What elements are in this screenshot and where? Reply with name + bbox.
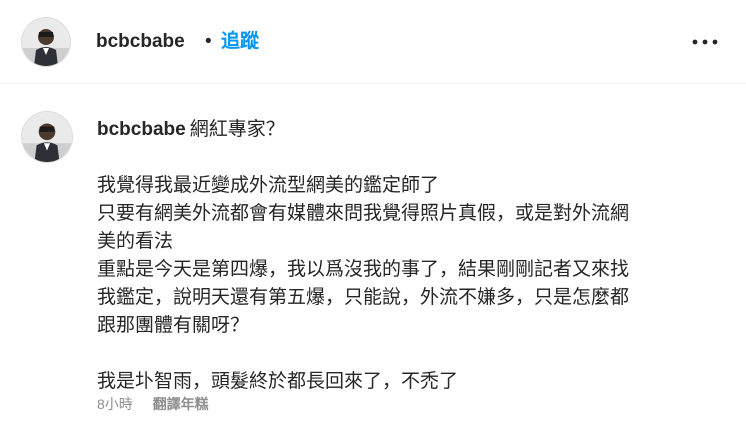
- comment-username-link[interactable]: bcbcbabe: [97, 119, 186, 140]
- comment-line: 美的看法: [97, 231, 174, 252]
- comment-title: 網紅專家？: [189, 119, 285, 140]
- comment-meta: 8小時 翻譯年糕: [97, 394, 209, 414]
- comment-line: 只要有網美外流都會有媒體來問我覺得照片真假，或是對外流網: [97, 203, 630, 224]
- dot-separator: •: [205, 31, 212, 52]
- comment-line: 我是圤智雨，頭髮終於都長回來了，不禿了: [97, 371, 459, 392]
- avatar-photo: [22, 112, 72, 162]
- post-header: bcbcbabe • 追蹤: [0, 0, 746, 84]
- comment-line: 我覺得我最近變成外流型網美的鑑定師了: [97, 175, 440, 196]
- follow-button[interactable]: 追蹤: [221, 30, 259, 54]
- comment-timestamp[interactable]: 8小時: [97, 396, 133, 412]
- comment-line: 我鑑定，說明天還有第五爆，只能說，外流不嫌多，只是怎麼都: [97, 287, 630, 308]
- header-username-link[interactable]: bcbcbabe: [96, 30, 185, 54]
- comment-head: bcbcbabe 網紅專家？: [97, 116, 717, 144]
- comment-avatar[interactable]: [22, 112, 72, 162]
- translate-button[interactable]: 翻譯年糕: [153, 396, 209, 412]
- more-horizontal-icon: [692, 39, 718, 45]
- avatar-photo: [22, 18, 70, 66]
- more-options-button[interactable]: [690, 32, 720, 52]
- comment-line: 跟那團體有關呀？: [97, 315, 250, 336]
- comment-line: 重點是今天是第四爆，我以爲沒我的事了，結果剛剛記者又來找: [97, 259, 630, 280]
- profile-avatar[interactable]: [22, 18, 70, 66]
- comment-body: bcbcbabe 網紅專家？ 我覺得我最近變成外流型網美的鑑定師了 只要有網美外流…: [97, 116, 717, 396]
